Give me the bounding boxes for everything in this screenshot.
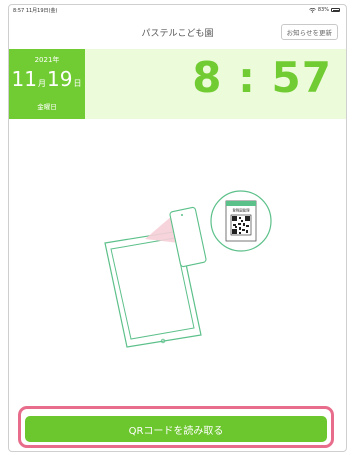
time-display: 8 : 57 bbox=[192, 53, 332, 102]
date-weekday: 金曜日 bbox=[37, 103, 57, 111]
date-box: 2021年 11月19日 金曜日 bbox=[9, 49, 85, 119]
status-time: 8:57 11月19日(金) bbox=[13, 8, 58, 14]
clock-panel: 2021年 11月19日 金曜日 8 : 57 bbox=[9, 49, 346, 119]
highlight-frame bbox=[18, 406, 334, 448]
date-month: 11 bbox=[11, 67, 37, 91]
qr-card-label: 登降園管理 bbox=[233, 208, 251, 213]
date-main: 11月19日 bbox=[9, 67, 85, 91]
date-year: 2021年 bbox=[34, 56, 60, 64]
battery-percent: 83% bbox=[317, 7, 329, 13]
device-screen: 8:57 11月19日(金) 83% パステルこども園 お知らせを更新 2021… bbox=[8, 4, 347, 452]
qr-card-icon: 登降園管理 bbox=[210, 190, 272, 252]
app-header: パステルこども園 お知らせを更新 bbox=[9, 15, 346, 49]
battery-icon bbox=[331, 8, 340, 12]
date-day-unit: 日 bbox=[73, 79, 82, 88]
app-title: パステルこども園 bbox=[141, 28, 214, 39]
date-month-unit: 月 bbox=[38, 79, 46, 88]
wifi-icon bbox=[309, 7, 316, 13]
status-indicators: 83% bbox=[309, 7, 340, 13]
status-bar: 8:57 11月19日(金) 83% bbox=[9, 5, 346, 15]
refresh-notice-button[interactable]: お知らせを更新 bbox=[280, 24, 338, 40]
date-day: 19 bbox=[47, 67, 73, 91]
qr-scan-illustration: 登降園管理 bbox=[104, 190, 272, 348]
qr-code-icon bbox=[230, 214, 252, 236]
